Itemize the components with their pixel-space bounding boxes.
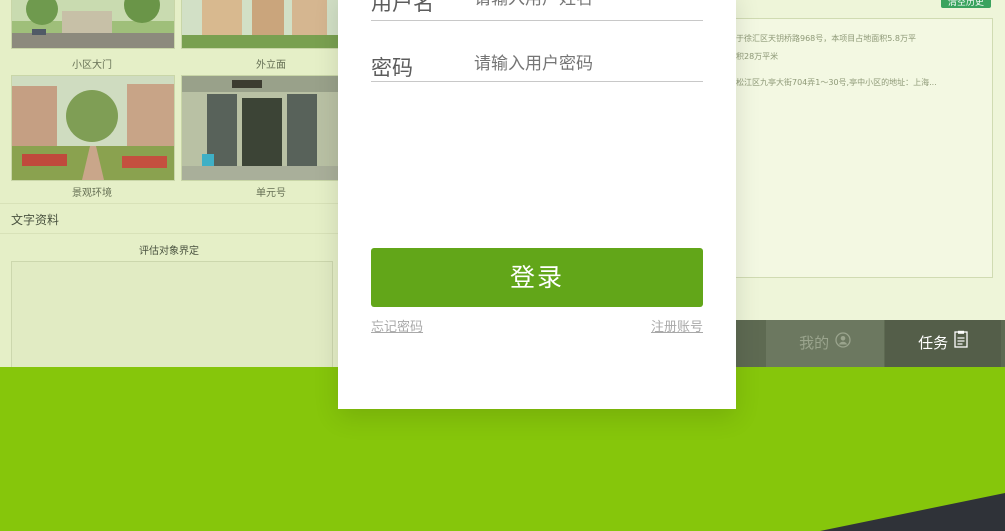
username-label: 用户名 [371,0,434,15]
history-line[interactable]: 于徐汇区天钥桥路968号，本项目占地面积5.8万平 [736,33,916,44]
tab-task[interactable]: 任务 [885,320,1001,367]
photo-caption: 小区大门 [72,60,112,71]
password-label: 密码 [371,56,413,80]
photo-panel: 小区大门 外立面 景观环境 单元号 文字资料 评估对象界定 [0,0,340,367]
section-title: 文字资料 [11,213,60,227]
username-underline [371,20,703,21]
divider [0,203,338,204]
photo-caption: 单元号 [256,188,286,199]
photo-unit-number[interactable] [181,75,340,181]
history-line[interactable]: 松江区九亭大街704弄1～30号,亭中小区的地址：上海... [736,77,937,88]
tab-mine-label: 我的 [799,334,830,352]
register-link[interactable]: 注册账号 [651,316,703,335]
clear-history-button[interactable]: 清空历史 [941,0,991,8]
clipboard-icon [954,320,968,367]
photo-caption: 景观环境 [72,188,112,199]
eval-title: 评估对象界定 [139,246,199,257]
photo-facade[interactable] [181,0,340,49]
user-icon [835,320,851,367]
photo-community-gate[interactable] [11,0,175,49]
tab-mine[interactable]: 我的 [766,320,884,367]
bottom-tab-bar: 我的 任务 [736,320,1005,367]
forgot-password-link[interactable]: 忘记密码 [371,316,423,335]
username-input[interactable] [474,0,704,9]
login-button[interactable]: 登录 [371,248,703,307]
eval-text-box[interactable] [11,261,333,367]
password-input[interactable] [474,54,704,74]
history-line[interactable]: 积28万平米 [736,51,778,62]
divider [0,233,338,234]
password-underline [371,81,703,82]
login-dialog: 用户名 密码 登录 忘记密码 注册账号 [338,0,736,409]
photo-caption: 外立面 [256,60,286,71]
tab-task-label: 任务 [918,334,949,352]
photo-landscape[interactable] [11,75,175,181]
